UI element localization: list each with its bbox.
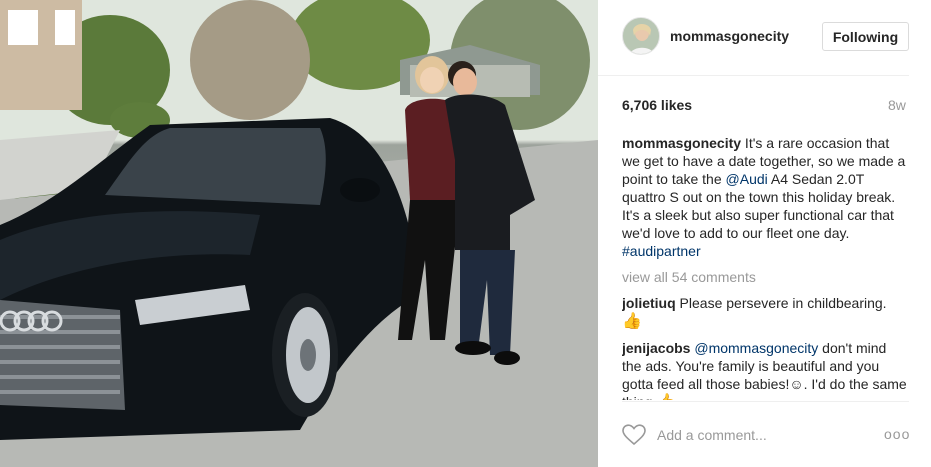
avatar[interactable] xyxy=(622,17,660,55)
list-item: jenijacobs @mommasgonecity don't mind th… xyxy=(622,339,909,400)
caption: mommasgonecity It's a rare occasion that… xyxy=(622,134,909,260)
following-button[interactable]: Following xyxy=(822,22,909,51)
instagram-post: mommasgonecity Following 6,706 likes 8w … xyxy=(0,0,931,467)
list-item: jolietiuq Please persevere in childbeari… xyxy=(622,294,909,331)
caption-username[interactable]: mommasgonecity xyxy=(622,135,741,151)
thumbs-up-icon: 👍 xyxy=(622,313,642,330)
caption-hashtag[interactable]: #audipartner xyxy=(622,243,701,259)
avatar-image xyxy=(623,18,659,54)
photo-illustration xyxy=(0,0,598,467)
more-options-icon[interactable]: ooo xyxy=(884,426,910,442)
comments-list[interactable]: mommasgonecity It's a rare occasion that… xyxy=(622,134,909,400)
comment-text: Please persevere in childbearing. xyxy=(675,295,887,311)
comment-mention[interactable]: @mommasgonecity xyxy=(694,340,818,356)
comment-username[interactable]: jenijacobs xyxy=(622,340,690,356)
post-footer: Add a comment... ooo xyxy=(622,401,909,467)
post-sidebar: mommasgonecity Following 6,706 likes 8w … xyxy=(598,0,931,467)
post-photo[interactable] xyxy=(0,0,598,467)
thumbs-up-icon: 👍 xyxy=(656,394,676,400)
post-header: mommasgonecity Following xyxy=(598,0,909,76)
caption-mention[interactable]: @Audi xyxy=(726,171,768,187)
view-all-comments-link[interactable]: view all 54 comments xyxy=(622,268,909,286)
heart-icon[interactable] xyxy=(622,424,646,446)
comment-username[interactable]: jolietiuq xyxy=(622,295,676,311)
likes-count[interactable]: 6,706 likes xyxy=(622,97,692,113)
post-username[interactable]: mommasgonecity xyxy=(670,28,789,44)
add-comment-input[interactable]: Add a comment... xyxy=(657,427,767,443)
post-age[interactable]: 8w xyxy=(888,97,906,113)
